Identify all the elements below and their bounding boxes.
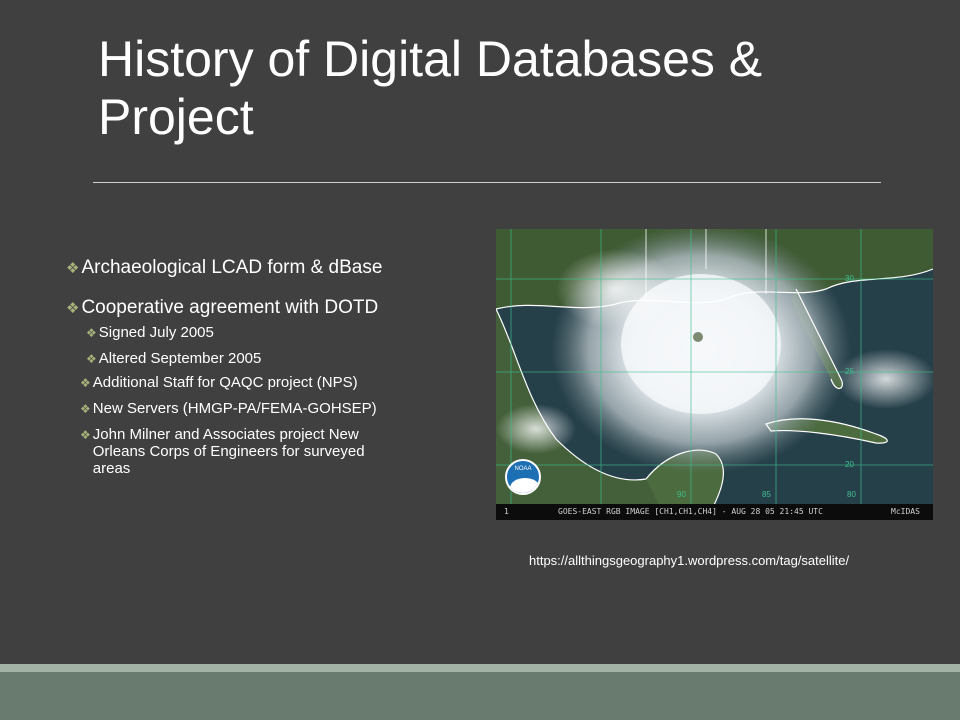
bullet-text: Cooperative agreement with DOTD [81,297,379,318]
diamond-bullet-icon: ❖ [66,300,80,317]
grid-label: 25 [845,367,854,376]
sub-bullet-text: New Servers (HMGP-PA/FEMA-GOHSEP) [92,400,377,417]
grid-label: 90 [677,490,686,499]
diamond-bullet-icon: ❖ [86,326,97,340]
bullet-text: Archaeological LCAD form & dBase [81,257,383,278]
hurricane-satellite-image: 30 25 20 90 85 80 NOAA 1 GOES-EAST RGB I… [496,229,933,520]
image-source-caption: https://allthingsgeography1.wordpress.co… [529,553,850,568]
sub-bullet-text: Signed July 2005 [98,324,214,341]
sub-bullet-item: ❖ Signed July 2005 [86,324,406,342]
image-banner-left: 1 [504,507,509,516]
sub-bullet-text: Additional Staff for QAQC project (NPS) [92,374,358,391]
sub-bullet-item: ❖ Additional Staff for QAQC project (NPS… [80,374,406,392]
diamond-bullet-icon: ❖ [80,428,91,442]
sub-bullet-item: ❖ John Milner and Associates project New… [80,426,406,477]
bullet-list: ❖ Archaeological LCAD form & dBase ❖ Coo… [66,258,406,485]
sub-bullet-text: John Milner and Associates project New O… [92,426,365,477]
bullet-item: ❖ Archaeological LCAD form & dBase [66,258,406,278]
sub-bullet-item: ❖ Altered September 2005 [86,350,406,368]
diamond-bullet-icon: ❖ [80,376,91,390]
grid-label: 20 [845,460,854,469]
image-banner-text: GOES-EAST RGB IMAGE [CH1,CH1,CH4] - AUG … [558,507,823,516]
sub-bullet-item: ❖ New Servers (HMGP-PA/FEMA-GOHSEP) [80,400,406,418]
diamond-bullet-icon: ❖ [66,260,80,277]
noaa-logo-icon: NOAA [505,459,541,495]
title-divider [93,182,881,183]
footer-band-light [0,664,960,672]
grid-label: 85 [762,490,771,499]
slide-title: History of Digital Databases & Project [98,31,763,145]
bullet-item: ❖ Cooperative agreement with DOTD [66,298,406,318]
noaa-logo-text: NOAA [514,466,532,472]
diamond-bullet-icon: ❖ [80,402,91,416]
image-banner-right: McIDAS [891,507,920,516]
sub-bullet-text: Altered September 2005 [98,350,262,367]
grid-label: 80 [847,490,856,499]
diamond-bullet-icon: ❖ [86,352,97,366]
grid-label: 30 [845,274,854,283]
footer-band [0,672,960,720]
